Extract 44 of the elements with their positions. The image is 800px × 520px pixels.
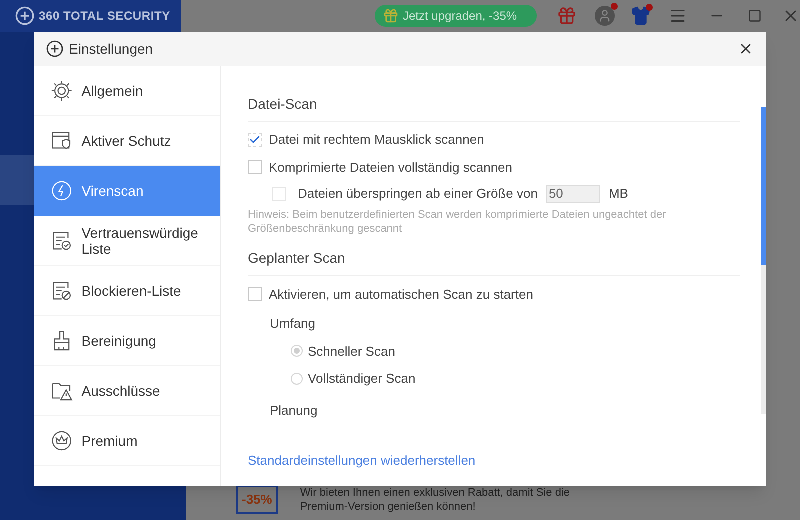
sidebar-item[interactable]: Allgemein (34, 66, 220, 116)
checkbox[interactable] (248, 132, 262, 147)
sidebar-item[interactable]: Vertrauenswürdige Liste (34, 216, 220, 266)
window-shield-icon (51, 130, 73, 152)
option-label: Aktivieren, um automatischen Scan zu starten (269, 286, 534, 304)
scan-icon (51, 180, 73, 202)
shirt-icon[interactable] (631, 6, 651, 26)
menu-icon[interactable] (669, 7, 687, 25)
crown-icon (51, 430, 73, 452)
checkbox[interactable] (272, 186, 286, 201)
restore-defaults-link[interactable]: Standardeinstellungen wiederherstellen (248, 452, 476, 468)
gift-icon[interactable] (557, 6, 577, 26)
sidebar-item[interactable]: Premium (34, 416, 220, 466)
option-label: Datei mit rechtem Mausklick scannen (269, 131, 484, 149)
radio-label: Vollständiger Scan (308, 370, 416, 388)
avatar-icon[interactable] (595, 6, 615, 26)
gear-icon (51, 80, 73, 102)
group-label: Umfang (269, 315, 317, 333)
radio-button[interactable] (291, 345, 303, 358)
sidebar-item[interactable]: Bereinigung (34, 316, 220, 366)
group-label: Planung (269, 402, 319, 420)
radio-button[interactable] (291, 372, 303, 385)
scrollbar-thumb[interactable] (761, 107, 766, 265)
promo-text: Wir bieten Ihnen einen exklusiven Rabatt, damit Sie die Premium-Version genießen können! (300, 486, 570, 514)
list-blocked-icon (51, 280, 73, 302)
list-check-icon (51, 230, 73, 252)
size-field[interactable]: 50 (546, 184, 600, 203)
gift-icon (383, 8, 399, 24)
option-label: Dateien überspringen ab einer Größe von (298, 185, 538, 203)
maximize-icon[interactable] (748, 9, 762, 23)
checkbox[interactable] (248, 287, 262, 302)
section-heading: Geplanter Scan (248, 248, 740, 276)
unit-label: MB (608, 185, 628, 203)
hint-text: Hinweis: Beim benutzerdefinierten Scan werden komprimierte Dateien ungeachtet der Größenbeschränkung gescannt (248, 208, 668, 236)
checkbox[interactable] (248, 160, 262, 174)
dialog-title: Einstellungen (69, 40, 154, 59)
sidebar-item[interactable]: Ausschlüsse (34, 366, 220, 416)
option-label: Komprimierte Dateien vollständig scannen (269, 158, 513, 177)
radio-label: Schneller Scan (308, 342, 396, 360)
plus-circle-icon (15, 6, 35, 26)
sidebar-item[interactable]: Blockieren-Liste (34, 266, 220, 316)
plus-circle-icon (46, 40, 64, 58)
section-heading: Datei-Scan (248, 94, 740, 122)
app-title: 360 TOTAL SECURITY (39, 8, 170, 25)
